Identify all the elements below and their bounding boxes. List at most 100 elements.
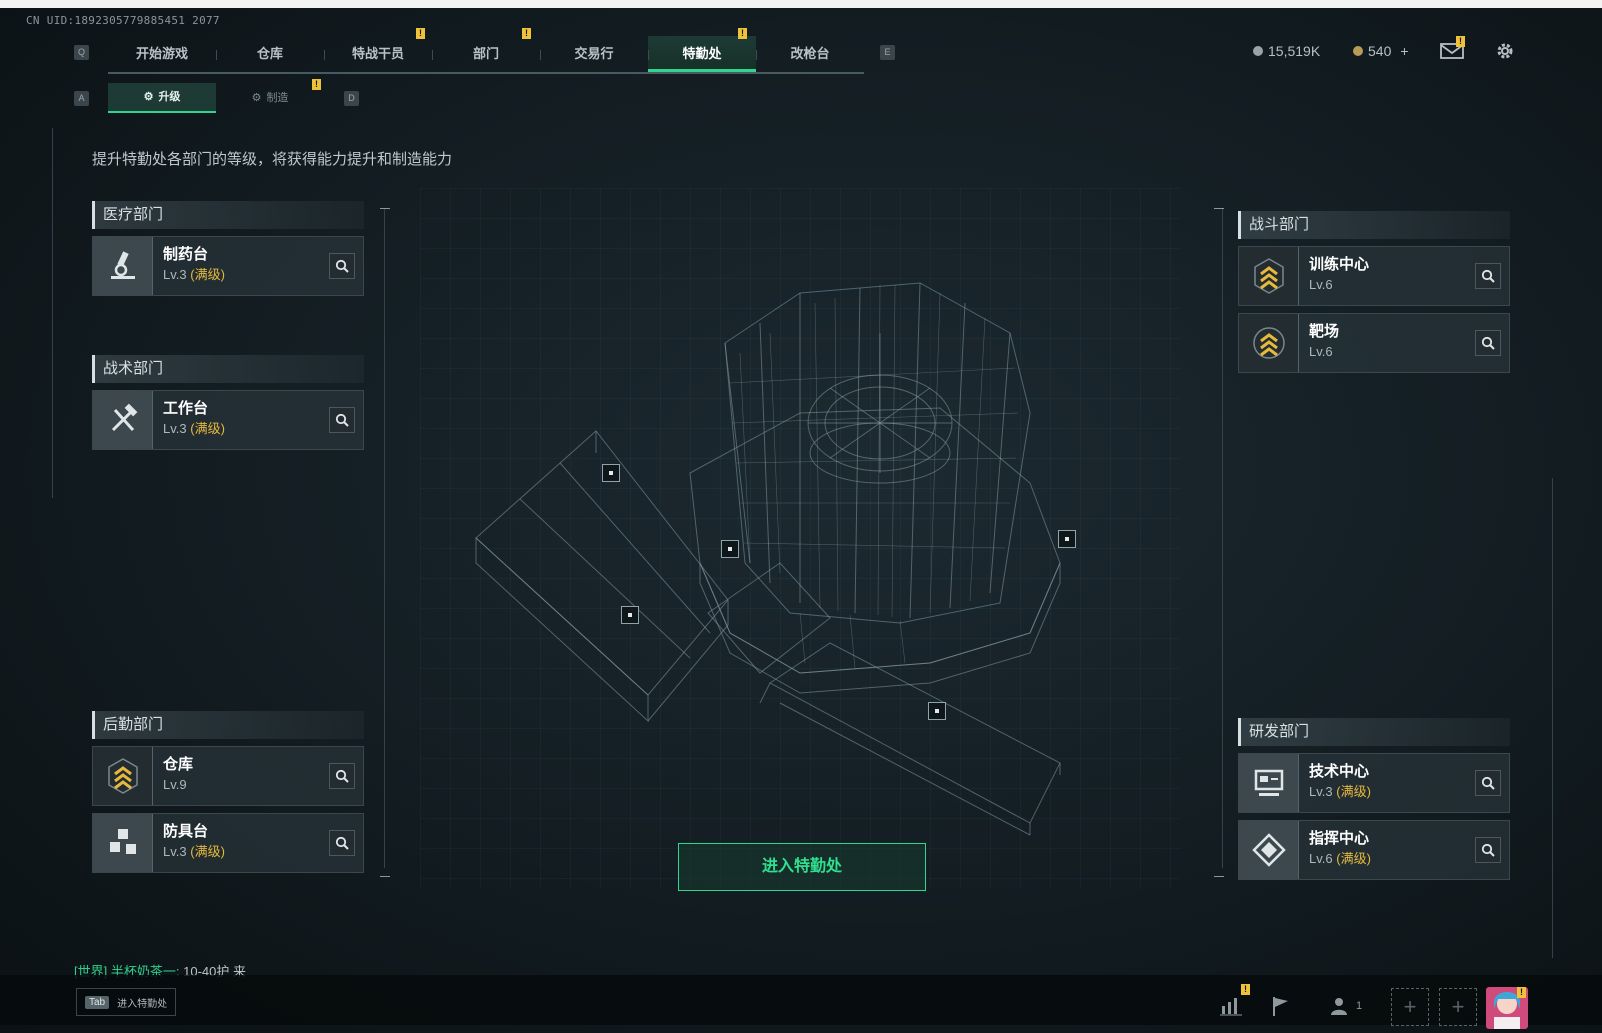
tab-operators[interactable]: 特战干员! bbox=[324, 28, 432, 72]
tab-department[interactable]: 部门! bbox=[432, 28, 540, 72]
divider bbox=[384, 208, 385, 868]
tab-trading[interactable]: 交易行 bbox=[540, 36, 648, 72]
settings-gear-icon[interactable] bbox=[1494, 40, 1520, 66]
key-hint-d: D bbox=[344, 91, 359, 106]
add-teammate-button[interactable]: + bbox=[1439, 988, 1477, 1026]
level-text: Lv.6 bbox=[1309, 344, 1333, 359]
max-level-tag: (满级) bbox=[190, 267, 225, 282]
search-icon[interactable] bbox=[329, 407, 355, 433]
dept-combat: 战斗部门 训练中心 Lv.6 靶场 Lv.6 bbox=[1238, 203, 1510, 373]
map-hotspot[interactable] bbox=[1058, 530, 1076, 548]
top-border bbox=[0, 0, 1602, 8]
search-icon[interactable] bbox=[329, 830, 355, 856]
silver-currency: 15,519K bbox=[1253, 43, 1320, 59]
facility-workbench[interactable]: 工作台 Lv.3 (满级) bbox=[92, 390, 364, 450]
tab-label: 特勤处 bbox=[682, 46, 722, 61]
mail-icon[interactable]: ! bbox=[1440, 36, 1466, 68]
key-hint-a: A bbox=[74, 91, 89, 106]
tab-start-game[interactable]: 开始游戏 bbox=[108, 36, 216, 72]
facility-shooting-range[interactable]: 靶场 Lv.6 bbox=[1238, 313, 1510, 373]
dept-tactical: 战术部门 工作台 Lv.3 (满级) bbox=[92, 347, 364, 450]
tab-warehouse[interactable]: 仓库 bbox=[216, 36, 324, 72]
tab-label: 仓库 bbox=[256, 46, 283, 61]
map-hotspot[interactable] bbox=[602, 464, 620, 482]
dept-caption bbox=[92, 703, 364, 711]
dept-title: 战斗部门 bbox=[1238, 211, 1510, 239]
dept-research: 研发部门 技术中心 Lv.3 (满级) 指挥中心 Lv.6 (满级) bbox=[1238, 710, 1510, 880]
search-icon[interactable] bbox=[1475, 837, 1501, 863]
facility-wireframe bbox=[475, 282, 1061, 836]
facility-pharmacy[interactable]: 制药台 Lv.3 (满级) bbox=[92, 236, 364, 296]
craft-icon: ⚙ bbox=[251, 92, 262, 104]
divider bbox=[1214, 876, 1224, 877]
tab-gunsmith[interactable]: 改枪台 bbox=[756, 36, 864, 72]
notice-badge: ! bbox=[312, 79, 321, 90]
main-nav: 开始游戏 仓库 特战干员! 部门! 交易行 特勤处! 改枪台 bbox=[108, 28, 864, 74]
subtab-label: 升级 bbox=[158, 91, 181, 103]
subtab-label: 制造 bbox=[266, 92, 289, 104]
notice-badge: ! bbox=[522, 28, 531, 39]
divider bbox=[1222, 208, 1223, 868]
divider bbox=[52, 128, 53, 498]
gold-currency[interactable]: 540 + bbox=[1353, 43, 1409, 59]
target-chevron-icon bbox=[1239, 314, 1299, 372]
level-text: Lv.6 bbox=[1309, 277, 1333, 292]
map-hotspot[interactable] bbox=[621, 606, 639, 624]
subtab-craft[interactable]: ⚙ 制造 ! bbox=[216, 79, 324, 113]
notice-badge: ! bbox=[1517, 987, 1526, 998]
dept-caption bbox=[1238, 710, 1510, 718]
facility-command-center[interactable]: 指挥中心 Lv.6 (满级) bbox=[1238, 820, 1510, 880]
tab-shortcut-hint[interactable]: Tab 进入特勤处 bbox=[76, 988, 177, 1016]
facility-armor-bench[interactable]: 防具台 Lv.3 (满级) bbox=[92, 813, 364, 873]
dept-title: 医疗部门 bbox=[92, 201, 364, 229]
facility-tech-center[interactable]: 技术中心 Lv.3 (满级) bbox=[1238, 753, 1510, 813]
dept-logistics: 后勤部门 仓库 Lv.9 防具台 Lv.3 (满级) bbox=[92, 703, 364, 873]
facility-warehouse[interactable]: 仓库 Lv.9 bbox=[92, 746, 364, 806]
search-icon[interactable] bbox=[1475, 330, 1501, 356]
enter-special-ops-button[interactable]: 进入特勤处 bbox=[678, 843, 926, 891]
search-icon[interactable] bbox=[1475, 770, 1501, 796]
tab-label: 改枪台 bbox=[790, 46, 830, 61]
dept-title: 研发部门 bbox=[1238, 718, 1510, 746]
max-level-tag: (满级) bbox=[1336, 784, 1371, 799]
tab-key: Tab bbox=[85, 995, 110, 1009]
training-chevron-icon bbox=[1239, 247, 1299, 305]
friends-count: 1 bbox=[1355, 1000, 1363, 1012]
monitor-icon bbox=[1239, 754, 1299, 812]
key-hint-e: E bbox=[880, 45, 895, 60]
level-text: Lv.3 bbox=[163, 844, 187, 859]
search-icon[interactable] bbox=[1475, 263, 1501, 289]
tab-label: 交易行 bbox=[574, 46, 614, 61]
tab-label: 特战干员 bbox=[351, 46, 404, 61]
map-hotspot[interactable] bbox=[928, 702, 946, 720]
tab-special-ops[interactable]: 特勤处! bbox=[648, 28, 756, 72]
max-level-tag: (满级) bbox=[190, 844, 225, 859]
add-teammate-button[interactable]: + bbox=[1391, 988, 1429, 1026]
notice-badge: ! bbox=[1241, 984, 1250, 995]
notice-badge: ! bbox=[416, 28, 425, 39]
notice-badge: ! bbox=[1456, 36, 1465, 47]
dept-caption bbox=[92, 193, 364, 201]
tab-hint-label: 进入特勤处 bbox=[117, 998, 168, 1010]
map-hotspot[interactable] bbox=[721, 540, 739, 558]
silver-amount: 15,519K bbox=[1268, 43, 1321, 59]
stats-icon[interactable]: ! bbox=[1215, 984, 1250, 1022]
dept-title: 战术部门 bbox=[92, 355, 364, 383]
game-screen: CN UID:1892305779885451 2077 Q 开始游戏 仓库 特… bbox=[0, 8, 1602, 1033]
add-gold-button[interactable]: + bbox=[1400, 43, 1408, 59]
divider bbox=[380, 208, 390, 209]
subtab-upgrade[interactable]: ⚙ 升级 bbox=[108, 83, 216, 113]
microscope-icon bbox=[93, 237, 153, 295]
level-text: Lv.9 bbox=[163, 777, 187, 792]
search-icon[interactable] bbox=[329, 763, 355, 789]
silver-coin-icon bbox=[1253, 46, 1263, 56]
facility-training-center[interactable]: 训练中心 Lv.6 bbox=[1238, 246, 1510, 306]
key-hint-q: Q bbox=[74, 45, 89, 60]
level-text: Lv.3 bbox=[163, 267, 187, 282]
flag-icon[interactable] bbox=[1264, 990, 1296, 1022]
friends-icon[interactable]: 1 bbox=[1322, 990, 1370, 1022]
player-avatar[interactable]: ! bbox=[1486, 987, 1528, 1029]
dept-medical: 医疗部门 制药台 Lv.3 (满级) bbox=[92, 193, 364, 296]
search-icon[interactable] bbox=[329, 253, 355, 279]
armor-cubes-icon bbox=[93, 814, 153, 872]
